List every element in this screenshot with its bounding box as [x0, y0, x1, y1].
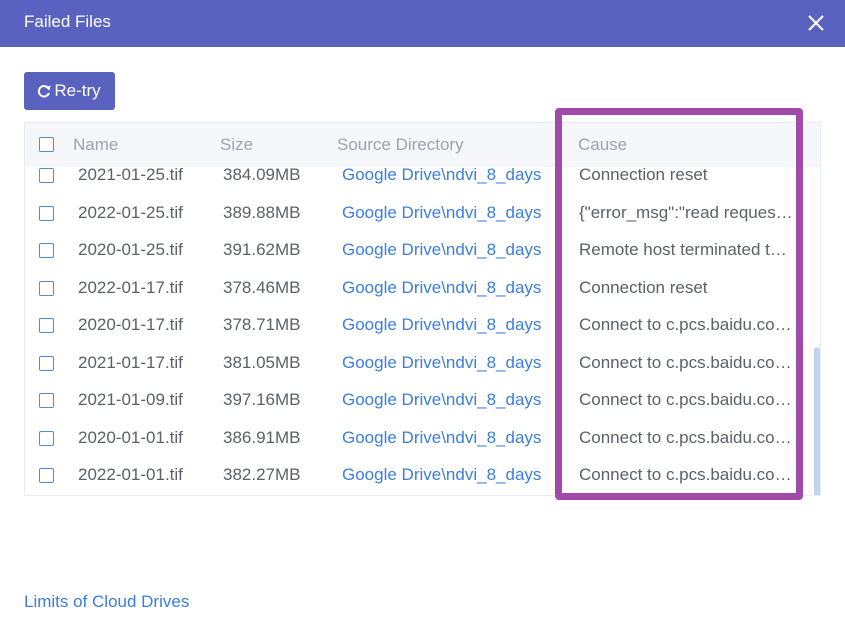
refresh-icon: [36, 83, 52, 99]
row-checkbox[interactable]: [39, 355, 54, 371]
table-row[interactable]: 2022-01-01.tif 382.27MB Google Drive\ndvi_…: [25, 456, 820, 493]
row-checkbox[interactable]: [39, 205, 54, 221]
close-icon[interactable]: [803, 10, 829, 36]
cause-cell: Connect to c.pcs.baidu.com failed: [579, 465, 793, 484]
file-size-cell: 378.46MB: [223, 277, 301, 297]
table-row[interactable]: 2021-01-17.tif 381.05MB Google Drive\ndvi_…: [25, 344, 820, 381]
column-header-source[interactable]: Source Directory: [337, 135, 464, 155]
file-name-cell: 2020-01-25.tif: [78, 240, 183, 259]
row-checkbox[interactable]: [39, 430, 54, 446]
source-directory-link[interactable]: Google Drive\ndvi_8_days: [342, 167, 541, 185]
dialog-title: Failed Files: [24, 12, 111, 31]
file-size-cell: 397.16MB: [223, 390, 301, 409]
table-row[interactable]: 2020-01-17.tif 378.71MB Google Drive\ndvi_…: [25, 306, 820, 343]
select-all-checkbox[interactable]: [39, 137, 54, 152]
source-directory-link[interactable]: Google Drive\ndvi_8_days: [342, 465, 541, 485]
cause-cell: {"error_msg":"read request timeout"}: [579, 202, 793, 222]
source-directory-link[interactable]: Google Drive\ndvi_8_days: [342, 203, 541, 223]
retry-button[interactable]: Re-try: [24, 72, 115, 110]
table-row[interactable]: 2020-01-01.tif 386.91MB Google Drive\ndvi_…: [25, 419, 820, 456]
dialog-titlebar: Failed Files: [0, 0, 845, 47]
row-checkbox[interactable]: [39, 280, 54, 296]
cause-cell: Connection reset: [579, 277, 708, 297]
row-checkbox[interactable]: [39, 393, 54, 408]
row-checkbox[interactable]: [39, 168, 54, 183]
cause-cell: Connect to c.pcs.baidu.com failed: [579, 315, 793, 334]
file-size-cell: 391.62MB: [223, 240, 301, 259]
source-directory-link[interactable]: Google Drive\ndvi_8_days: [342, 278, 541, 298]
table-header: Name Size Source Directory Cause: [25, 123, 820, 167]
row-checkbox[interactable]: [39, 318, 54, 333]
table-row[interactable]: 2020-01-25.tif 391.62MB Google Drive\ndvi_…: [25, 231, 820, 268]
file-name-cell: 2022-01-25.tif: [78, 202, 183, 222]
source-directory-link[interactable]: Google Drive\ndvi_8_days: [342, 390, 541, 410]
cause-cell: Connect to c.pcs.baidu.com failed: [579, 352, 793, 372]
file-size-cell: 386.91MB: [223, 427, 301, 447]
file-name-cell: 2020-01-01.tif: [78, 427, 183, 447]
file-size-cell: 384.09MB: [223, 167, 301, 184]
row-checkbox[interactable]: [39, 243, 54, 258]
table-row[interactable]: 2021-01-09.tif 397.16MB Google Drive\ndvi_…: [25, 381, 820, 418]
table-scrollbar[interactable]: [814, 347, 820, 495]
file-size-cell: 389.88MB: [223, 202, 301, 222]
column-header-name[interactable]: Name: [73, 135, 118, 155]
table-body: 2021-01-25.tif 384.09MB Google Drive\ndvi_…: [25, 167, 820, 495]
file-size-cell: 382.27MB: [223, 465, 301, 484]
source-directory-link[interactable]: Google Drive\ndvi_8_days: [342, 315, 541, 335]
cause-cell: Connection reset: [579, 167, 708, 184]
file-name-cell: 2020-01-17.tif: [78, 315, 183, 334]
file-name-cell: 2021-01-25.tif: [78, 167, 183, 184]
file-size-cell: 378.71MB: [223, 315, 301, 334]
file-name-cell: 2021-01-17.tif: [78, 352, 183, 372]
failed-files-table: Name Size Source Directory Cause 2021-01…: [24, 122, 821, 496]
cause-cell: Connect to c.pcs.baidu.com failed: [579, 427, 793, 447]
table-row[interactable]: 2021-01-25.tif 384.09MB Google Drive\ndvi_…: [25, 167, 820, 193]
cause-cell: Remote host terminated the handshake: [579, 240, 793, 259]
retry-label: Re-try: [54, 81, 101, 100]
failed-files-dialog: Failed Files Re-try Name Size Source Dir…: [0, 0, 845, 626]
cause-cell: Connect to c.pcs.baidu.com failed: [579, 390, 793, 409]
table-row[interactable]: 2022-01-17.tif 378.46MB Google Drive\ndvi_…: [25, 269, 820, 306]
file-name-cell: 2022-01-01.tif: [78, 465, 183, 484]
row-checkbox[interactable]: [39, 468, 54, 483]
file-name-cell: 2022-01-17.tif: [78, 277, 183, 297]
column-header-cause[interactable]: Cause: [578, 135, 627, 155]
source-directory-link[interactable]: Google Drive\ndvi_8_days: [342, 353, 541, 373]
source-directory-link[interactable]: Google Drive\ndvi_8_days: [342, 428, 541, 448]
column-header-size[interactable]: Size: [220, 135, 253, 155]
limits-of-cloud-drives-link[interactable]: Limits of Cloud Drives: [24, 592, 189, 612]
file-name-cell: 2021-01-09.tif: [78, 390, 183, 409]
source-directory-link[interactable]: Google Drive\ndvi_8_days: [342, 240, 541, 260]
table-row[interactable]: 2022-01-25.tif 389.88MB Google Drive\ndvi_…: [25, 194, 820, 231]
file-size-cell: 381.05MB: [223, 352, 301, 372]
